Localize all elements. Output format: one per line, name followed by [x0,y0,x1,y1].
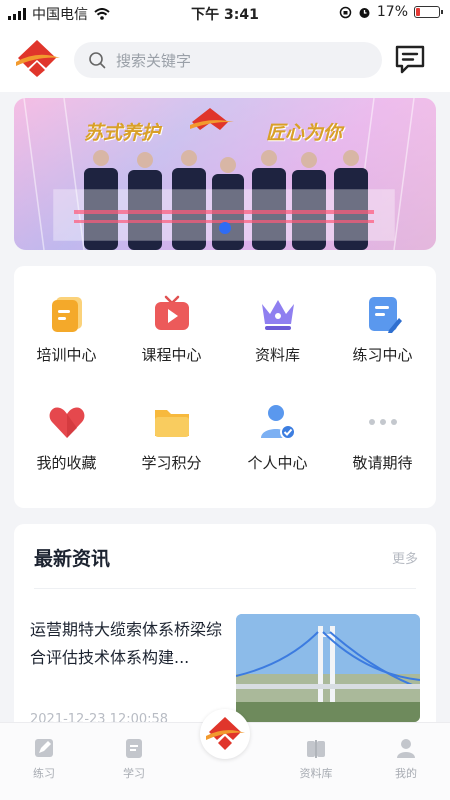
person-icon [397,739,415,758]
grid-label: 课程中心 [141,346,202,364]
promo-banner[interactable]: 苏式养护 匠心为你 [14,98,436,250]
message-icon[interactable] [394,44,426,74]
pencil-icon [35,739,53,757]
news-item-thumbnail [236,614,420,722]
folder-icon [154,410,189,437]
document-icon [51,297,82,332]
grid-item-my-favorites[interactable]: 我的收藏 [14,374,119,474]
news-section: 最新资讯 更多 运营期特大缆索体系桥梁综合评估技术体系构建... 2021-12… [14,524,436,727]
app-logo-icon [16,40,60,77]
bottom-tab-bar: 练习 学习 资料库 我的 [0,709,450,800]
grid-label: 敬请期待 [352,454,413,472]
top-header: 搜索关键字 [0,24,450,92]
grid-label: 培训中心 [36,346,97,364]
grid-item-course-center[interactable]: 课程中心 [119,266,224,366]
banner-caption-right: 匠心为你 [266,122,343,144]
rotation-lock-icon [339,6,352,18]
news-section-title: 最新资讯 [34,548,111,570]
battery-percent: 17% [376,4,408,20]
grid-item-practice-center[interactable]: 练习中心 [330,266,435,366]
user-verified-icon [260,405,296,440]
tab-label: 资料库 [299,767,333,780]
grid-item-coming-soon[interactable]: 敬请期待 [330,374,435,474]
edit-note-icon [368,297,402,333]
search-input[interactable]: 搜索关键字 [116,50,191,71]
status-right: 17% [339,4,443,20]
grid-item-personal-center[interactable]: 个人中心 [225,374,330,474]
book-note-icon [126,739,142,758]
grid-label: 学习积分 [141,454,202,472]
tab-practice[interactable]: 练习 [14,737,74,781]
banner-image [14,98,436,250]
divider [34,588,416,589]
feature-grid: 培训中心 课程中心 资料库 练习中心 我的收藏 学习积分 个人中心 敬请期待 [14,266,436,508]
tab-label: 我的 [395,767,417,780]
search-icon [89,52,106,69]
grid-label: 个人中心 [247,454,308,472]
search-bar[interactable]: 搜索关键字 [74,42,382,78]
alarm-icon [359,7,370,18]
news-list-item[interactable]: 运营期特大缆索体系桥梁综合评估技术体系构建... 2021-12-23 12:0… [14,604,436,727]
grid-label: 练习中心 [352,346,413,364]
heart-icon [49,407,84,438]
news-item-title: 运营期特大缆索体系桥梁综合评估技术体系构建... [30,620,223,667]
home-logo-icon [206,717,245,750]
tab-home[interactable] [200,709,250,759]
video-play-icon [154,295,189,330]
tab-mine[interactable]: 我的 [376,737,436,781]
banner-caption-left: 苏式养护 [84,122,161,144]
status-bar: 中国电信 下午 3:41 17% [0,0,450,24]
bridge-image [236,614,420,722]
grid-item-study-points[interactable]: 学习积分 [119,374,224,474]
grid-item-training-center[interactable]: 培训中心 [14,266,119,366]
news-more-link[interactable]: 更多 [392,548,418,567]
tab-study[interactable]: 学习 [104,737,164,781]
tab-label: 练习 [33,767,55,780]
more-dots-icon [368,419,397,425]
grid-item-resource-library[interactable]: 资料库 [225,266,330,366]
grid-label: 我的收藏 [36,454,97,472]
tab-label: 学习 [123,767,145,780]
crown-icon [261,300,294,330]
books-icon [307,740,325,758]
battery-icon [414,6,443,18]
tab-resource-library[interactable]: 资料库 [286,737,346,781]
grid-label: 资料库 [254,346,300,364]
